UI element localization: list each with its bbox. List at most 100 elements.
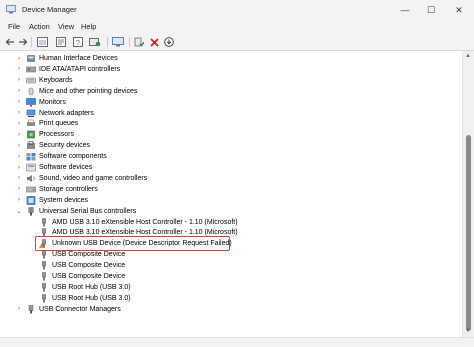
expand-chevron-icon[interactable]: › bbox=[15, 197, 23, 203]
expand-chevron-icon[interactable]: › bbox=[15, 175, 23, 181]
error-highlight-box bbox=[35, 236, 230, 252]
tree-category[interactable]: › Storage controllers bbox=[15, 184, 98, 195]
expand-chevron-icon[interactable]: › bbox=[15, 110, 23, 116]
expand-chevron-icon[interactable]: › bbox=[15, 132, 23, 138]
tree-category[interactable]: › Keyboards bbox=[15, 75, 72, 86]
software-components-icon bbox=[26, 152, 36, 161]
expand-chevron-icon[interactable]: › bbox=[15, 99, 23, 105]
expand-chevron-icon[interactable]: › bbox=[15, 154, 23, 160]
tree-category[interactable]: › USB Connector Managers bbox=[15, 304, 121, 315]
keyboard-icon bbox=[26, 76, 36, 85]
svg-text:?: ? bbox=[76, 40, 80, 47]
usb-connector-icon bbox=[26, 304, 36, 314]
monitor-icon bbox=[26, 97, 36, 107]
tree-category[interactable]: › Software components bbox=[15, 151, 107, 162]
scan-hardware-icon[interactable] bbox=[112, 36, 124, 48]
tree-device[interactable]: USB Root Hub (USB 3.0) bbox=[28, 293, 131, 304]
tree-category[interactable]: › Sound, video and game controllers bbox=[15, 173, 147, 184]
back-icon[interactable] bbox=[4, 36, 16, 48]
usb-icon bbox=[39, 250, 49, 259]
tree-item-label: AMD USB 3.10 eXtensible Host Controller … bbox=[52, 218, 238, 226]
minimize-button[interactable]: — bbox=[392, 2, 418, 18]
uninstall-icon[interactable] bbox=[148, 36, 160, 48]
device-tree: › Human Interface Devices › IDE ATA/ATAPI c… bbox=[0, 51, 462, 337]
tree-item-label: Monitors bbox=[39, 98, 66, 106]
tree-item-label: Sound, video and game controllers bbox=[39, 174, 148, 182]
tree-category[interactable]: › Network adapters bbox=[15, 108, 94, 119]
tree-item-label: Keyboards bbox=[39, 76, 73, 84]
expand-chevron-icon[interactable]: › bbox=[15, 186, 23, 192]
tree-category[interactable]: › Print queues bbox=[15, 118, 78, 129]
menu-view[interactable]: View bbox=[58, 22, 74, 31]
collapse-chevron-icon[interactable]: ⌄ bbox=[15, 208, 23, 215]
software-devices-icon bbox=[26, 163, 36, 172]
tree-item-label: System devices bbox=[39, 196, 89, 204]
expand-chevron-icon[interactable]: › bbox=[15, 143, 23, 149]
expand-chevron-icon[interactable]: › bbox=[15, 66, 23, 72]
tree-category[interactable]: › System devices bbox=[15, 195, 88, 206]
tree-item-label: USB Composite Device bbox=[52, 251, 126, 259]
tree-device[interactable]: AMD USB 3.10 eXtensible Host Controller … bbox=[28, 217, 238, 228]
storage-icon bbox=[26, 185, 36, 194]
tree-item-label: IDE ATA/ATAPI controllers bbox=[39, 65, 121, 73]
tree-item-label: Print queues bbox=[39, 120, 79, 128]
tree-item-label: Storage controllers bbox=[39, 185, 98, 193]
toolbar-separator bbox=[129, 37, 130, 47]
tree-item-label: Human Interface Devices bbox=[39, 55, 118, 62]
usb-icon bbox=[39, 261, 49, 270]
tree-item-label: Processors bbox=[39, 131, 75, 139]
tree-device[interactable]: USB Root Hub (USB 3.0) bbox=[28, 282, 131, 293]
show-hidden-icon[interactable] bbox=[36, 36, 48, 48]
properties-icon[interactable] bbox=[55, 36, 67, 48]
scroll-thumb[interactable] bbox=[466, 135, 471, 331]
expand-chevron-icon[interactable]: › bbox=[15, 88, 23, 94]
tree-device[interactable]: USB Composite Device bbox=[28, 260, 125, 271]
printer-icon bbox=[26, 119, 36, 128]
tree-category-usb[interactable]: ⌄ Universal Serial Bus controllers bbox=[15, 206, 136, 217]
tree-item-label: USB Connector Managers bbox=[39, 305, 121, 313]
expand-chevron-icon[interactable]: › bbox=[15, 56, 23, 62]
maximize-button[interactable]: ☐ bbox=[418, 2, 444, 18]
usb-icon bbox=[39, 283, 49, 292]
expand-chevron-icon[interactable]: › bbox=[15, 77, 23, 83]
tree-category[interactable]: › Software devices bbox=[15, 162, 92, 173]
tree-item-label: Security devices bbox=[39, 142, 90, 150]
tree-category[interactable]: › Processors bbox=[15, 129, 74, 140]
expand-chevron-icon[interactable]: › bbox=[15, 165, 23, 171]
tree-item-label: USB Composite Device bbox=[52, 262, 126, 270]
scroll-down-icon[interactable]: ▼ bbox=[465, 328, 471, 334]
menu-help[interactable]: Help bbox=[81, 22, 96, 31]
tree-item-label: USB Root Hub (USB 3.0) bbox=[52, 283, 131, 291]
menu-bar: File Action View Help bbox=[0, 20, 474, 34]
menu-file[interactable]: File bbox=[8, 22, 20, 31]
tree-item-label: Software devices bbox=[39, 164, 93, 171]
tree-device[interactable]: USB Composite Device bbox=[28, 271, 125, 282]
menu-action[interactable]: Action bbox=[29, 22, 50, 31]
scroll-up-icon[interactable]: ▲ bbox=[465, 53, 471, 59]
tree-category[interactable]: › Mice and other pointing devices bbox=[15, 86, 137, 97]
vertical-scrollbar[interactable]: ▲ ▼ bbox=[462, 51, 474, 337]
expand-chevron-icon[interactable]: › bbox=[15, 306, 23, 312]
help-icon[interactable]: ? bbox=[72, 36, 84, 48]
processor-icon bbox=[26, 130, 36, 139]
tree-item-label: USB Root Hub (USB 3.0) bbox=[52, 294, 131, 302]
usb-icon bbox=[39, 272, 49, 281]
tree-category[interactable]: › Security devices bbox=[15, 140, 90, 151]
toolbar: ? bbox=[0, 34, 474, 51]
tree-category[interactable]: › IDE ATA/ATAPI controllers bbox=[15, 64, 120, 75]
tree-category[interactable]: › Human Interface Devices bbox=[15, 53, 118, 64]
network-icon bbox=[26, 109, 36, 118]
tree-item-label: Mice and other pointing devices bbox=[39, 87, 138, 95]
close-button[interactable]: ✕ bbox=[446, 2, 472, 18]
usb-controller-icon bbox=[26, 206, 36, 216]
expand-chevron-icon[interactable]: › bbox=[15, 121, 23, 127]
update-driver-icon[interactable] bbox=[89, 36, 101, 48]
title-bar: Device Manager — ☐ ✕ bbox=[0, 0, 474, 20]
forward-icon[interactable] bbox=[17, 36, 29, 48]
tree-category[interactable]: › Monitors bbox=[15, 97, 66, 108]
device-manager-icon bbox=[6, 5, 16, 14]
enable-device-icon[interactable] bbox=[133, 36, 145, 48]
ide-icon bbox=[26, 65, 36, 74]
tree-item-label: Network adapters bbox=[39, 109, 94, 117]
disable-icon[interactable] bbox=[163, 36, 175, 48]
